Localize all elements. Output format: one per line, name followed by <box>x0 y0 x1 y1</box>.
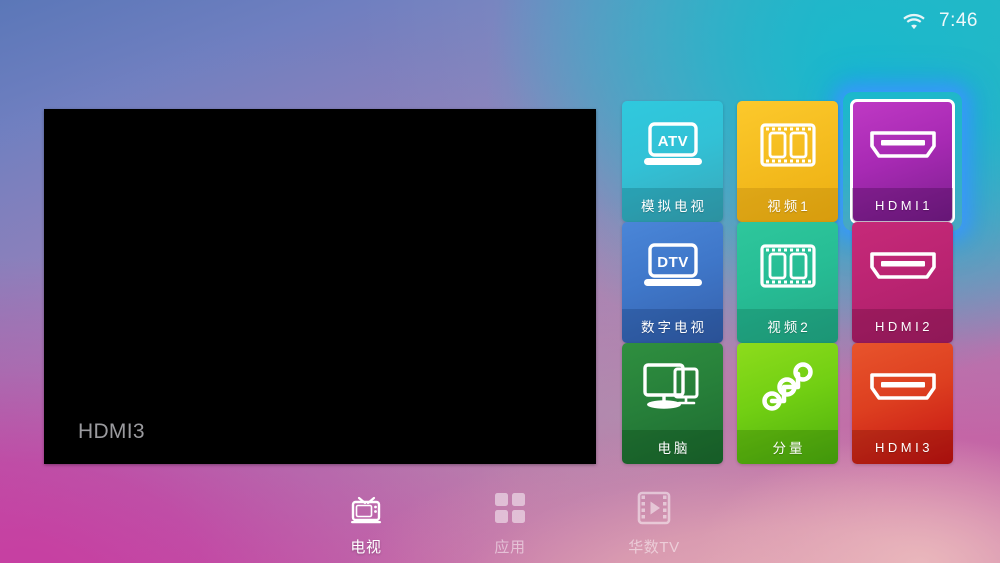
nav-item-label-wasu: 华数TV <box>628 539 680 556</box>
source-tile-label-hdmi1: HDMI1 <box>852 188 953 222</box>
laptop-atv-icon: ATV <box>622 101 723 188</box>
dual-monitor-icon <box>622 343 723 430</box>
film-strip-icon <box>737 101 838 188</box>
nav-item-tv[interactable]: 电视 <box>318 487 414 557</box>
nav-item-label-tv: 电视 <box>350 539 382 556</box>
source-tile-label-av2: 视频2 <box>737 309 838 343</box>
source-tile-comp[interactable]: 分量 <box>737 343 838 464</box>
svg-text:DTV: DTV <box>657 254 689 271</box>
source-tile-body-hdmi3[interactable]: HDMI3 <box>852 343 953 464</box>
laptop-dtv-icon: DTV <box>622 222 723 309</box>
preview-source-label: HDMI3 <box>78 420 145 443</box>
video-play-icon <box>637 487 671 529</box>
source-tile-label-atv: 模拟电视 <box>622 188 723 222</box>
source-tile-hdmi3[interactable]: HDMI3 <box>852 343 953 464</box>
source-tile-body-dtv[interactable]: DTV 数字电视 <box>622 222 723 343</box>
source-tile-body-av2[interactable]: 视频2 <box>737 222 838 343</box>
hdmi-connector-icon <box>852 222 953 309</box>
nav-item-apps[interactable]: 应用 <box>462 487 558 557</box>
source-tile-atv[interactable]: ATV 模拟电视 <box>622 101 723 222</box>
hdmi-connector-icon <box>852 101 953 188</box>
source-tile-body-av1[interactable]: 视频1 <box>737 101 838 222</box>
source-tile-label-hdmi3: HDMI3 <box>852 430 953 464</box>
nav-item-label-apps: 应用 <box>494 539 526 556</box>
svg-text:ATV: ATV <box>657 133 687 150</box>
source-tile-body-hdmi1[interactable]: HDMI1 <box>850 99 955 224</box>
source-tile-hdmi1[interactable]: HDMI1 <box>850 99 955 224</box>
bottom-navigation-bar: 电视 应用 华数TV <box>0 487 1000 557</box>
source-tile-label-av1: 视频1 <box>737 188 838 222</box>
source-tile-label-pc: 电脑 <box>622 430 723 464</box>
source-tile-label-dtv: 数字电视 <box>622 309 723 343</box>
nav-item-wasu[interactable]: 华数TV <box>606 487 702 557</box>
video-preview-panel[interactable]: HDMI3 <box>44 109 596 464</box>
source-tile-body-atv[interactable]: ATV 模拟电视 <box>622 101 723 222</box>
hdmi-connector-icon <box>852 343 953 430</box>
film-strip-icon <box>737 222 838 309</box>
source-tile-body-hdmi2[interactable]: HDMI2 <box>852 222 953 343</box>
source-selection-grid: ATV 模拟电视 视频1 HDMI1 DTV 数字电视 视频2 HDMI2 电脑… <box>622 99 955 464</box>
source-tile-av1[interactable]: 视频1 <box>737 101 838 222</box>
source-tile-hdmi2[interactable]: HDMI2 <box>852 222 953 343</box>
status-bar: 7:46 <box>903 0 1000 42</box>
source-tile-dtv[interactable]: DTV 数字电视 <box>622 222 723 343</box>
tv-set-icon <box>348 487 384 529</box>
wifi-icon <box>903 13 925 30</box>
source-tile-label-hdmi2: HDMI2 <box>852 309 953 343</box>
source-tile-body-pc[interactable]: 电脑 <box>622 343 723 464</box>
source-tile-body-comp[interactable]: 分量 <box>737 343 838 464</box>
source-tile-av2[interactable]: 视频2 <box>737 222 838 343</box>
source-tile-pc[interactable]: 电脑 <box>622 343 723 464</box>
status-bar-clock: 7:46 <box>939 10 978 31</box>
component-nodes-icon <box>737 343 838 430</box>
grid-apps-icon <box>493 487 527 529</box>
source-tile-label-comp: 分量 <box>737 430 838 464</box>
